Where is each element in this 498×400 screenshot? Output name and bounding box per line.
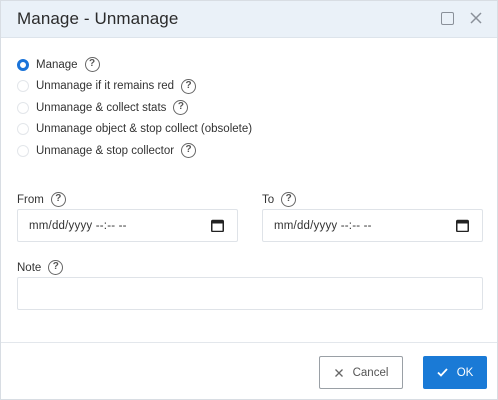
note-label-row: Note ?	[17, 260, 64, 275]
help-icon[interactable]: ?	[173, 100, 189, 116]
to-label: To	[262, 193, 275, 206]
from-label-row: From ?	[17, 192, 66, 207]
option-unmanage-stop-collector[interactable]: Unmanage & stop collector ?	[17, 140, 252, 162]
from-datetime-value: mm/dd/yyyy --:-- --	[29, 220, 127, 232]
calendar-icon[interactable]	[456, 219, 469, 232]
help-icon[interactable]: ?	[181, 143, 197, 159]
dialog-header: Manage - Unmanage	[1, 1, 497, 38]
close-icon[interactable]	[469, 11, 485, 27]
manage-mode-radio-group: Manage ? Unmanage if it remains red ? Un…	[17, 54, 252, 162]
to-datetime-value: mm/dd/yyyy --:-- --	[274, 220, 372, 232]
note-label: Note	[17, 261, 42, 274]
radio-button[interactable]	[17, 58, 29, 71]
help-icon[interactable]: ?	[181, 78, 197, 94]
check-icon	[437, 368, 448, 377]
help-icon[interactable]: ?	[48, 260, 64, 275]
radio-button[interactable]	[17, 123, 29, 136]
calendar-icon[interactable]	[211, 219, 224, 232]
option-label: Unmanage & stop collector	[36, 144, 175, 157]
note-input[interactable]	[17, 277, 483, 310]
option-unmanage-if-red[interactable]: Unmanage if it remains red ?	[17, 76, 252, 98]
maximize-icon[interactable]	[440, 11, 456, 27]
cancel-button[interactable]: Cancel	[319, 356, 403, 389]
radio-button[interactable]	[17, 144, 29, 157]
from-label: From	[17, 193, 44, 206]
option-manage[interactable]: Manage ?	[17, 54, 252, 76]
option-label: Unmanage object & stop collect (obsolete…	[36, 123, 253, 136]
option-label: Manage	[36, 58, 78, 71]
ok-button[interactable]: OK	[423, 356, 487, 389]
help-icon[interactable]: ?	[50, 192, 66, 207]
option-label: Unmanage if it remains red	[36, 80, 175, 93]
radio-button[interactable]	[17, 80, 29, 93]
option-label: Unmanage & collect stats	[36, 101, 167, 114]
manage-unmanage-dialog: Manage - Unmanage Manage ? Unmanage if i…	[0, 0, 498, 400]
option-unmanage-stop-collect-obsolete[interactable]: Unmanage object & stop collect (obsolete…	[17, 119, 252, 141]
option-unmanage-collect-stats[interactable]: Unmanage & collect stats ?	[17, 97, 252, 119]
dialog-title: Manage - Unmanage	[17, 9, 179, 28]
footer-divider	[1, 342, 497, 343]
to-datetime-input[interactable]: mm/dd/yyyy --:-- --	[262, 209, 483, 242]
cancel-button-label: Cancel	[352, 366, 389, 379]
from-datetime-input[interactable]: mm/dd/yyyy --:-- --	[17, 209, 238, 242]
help-icon[interactable]: ?	[84, 57, 100, 73]
help-icon[interactable]: ?	[281, 192, 297, 207]
ok-button-label: OK	[456, 366, 474, 379]
to-label-row: To ?	[262, 192, 297, 207]
x-icon	[334, 368, 343, 377]
radio-button[interactable]	[17, 101, 29, 114]
